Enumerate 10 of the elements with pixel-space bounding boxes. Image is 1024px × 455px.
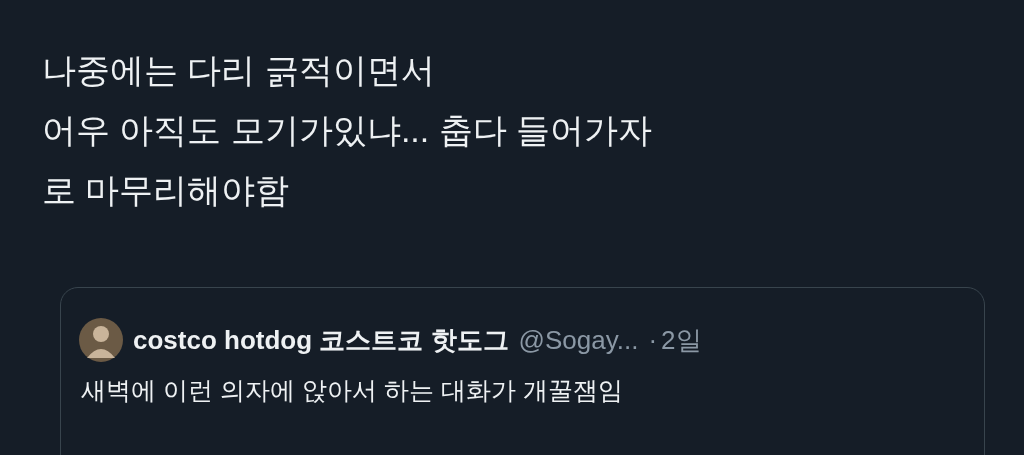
tweet-text: 로 마무리해야함 — [42, 170, 290, 211]
quote-text: 새벽에 이런 의자에 앉아서 하는 대화가 개꿀잼임 — [81, 375, 623, 406]
quote-card[interactable]: costco hotdog 코스트코 핫도그 @Sogay... ·2일 새벽에 이런 의자에 앉아서 하는 대화가 개꿀잼임 — [60, 287, 985, 455]
avatar-icon — [79, 318, 123, 362]
tweet-text: 어우 아직도 모기가있냐... 춥다 들어가자 — [42, 110, 653, 151]
author-handle: @Sogay... — [518, 324, 639, 356]
author-name: costco hotdog 코스트코 핫도그 — [133, 323, 509, 357]
separator: · — [648, 324, 658, 356]
tweet-text: 나중에는 다리 긁적이면서 — [42, 50, 435, 91]
post-time: 2일 — [661, 323, 702, 357]
